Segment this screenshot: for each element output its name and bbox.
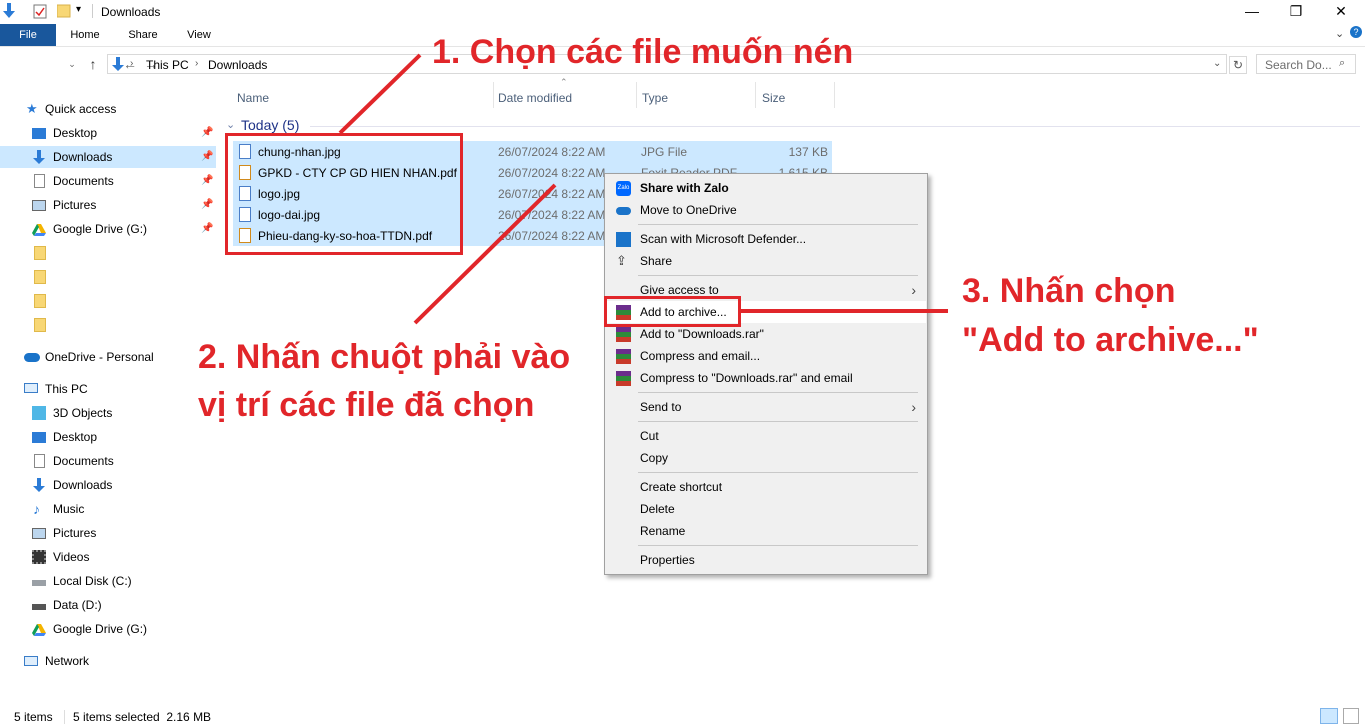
details-view-icon[interactable] (1320, 708, 1338, 724)
status-selected: 5 items selected 2.16 MB (73, 710, 212, 724)
annotation-step1: 1. Chọn các file muốn nén (432, 33, 854, 71)
annotation-step3-line2: "Add to archive..." (962, 321, 1259, 359)
status-item-count: 5 items (14, 710, 53, 724)
status-bar: 5 items 5 items selected 2.16 MB (0, 706, 1365, 728)
large-icons-view-icon[interactable] (1343, 708, 1359, 724)
annotation-step2-line2: vị trí các file đã chọn (198, 386, 535, 424)
annotation-line-step1 (338, 53, 422, 135)
add-to-archive-highlight-box (604, 296, 741, 327)
annotation-step2-line1: 2. Nhấn chuột phải vào (198, 338, 571, 376)
selection-highlight-box (225, 133, 463, 255)
annotation-step3-line1: 3. Nhấn chọn (962, 272, 1176, 310)
status-divider (64, 710, 65, 724)
